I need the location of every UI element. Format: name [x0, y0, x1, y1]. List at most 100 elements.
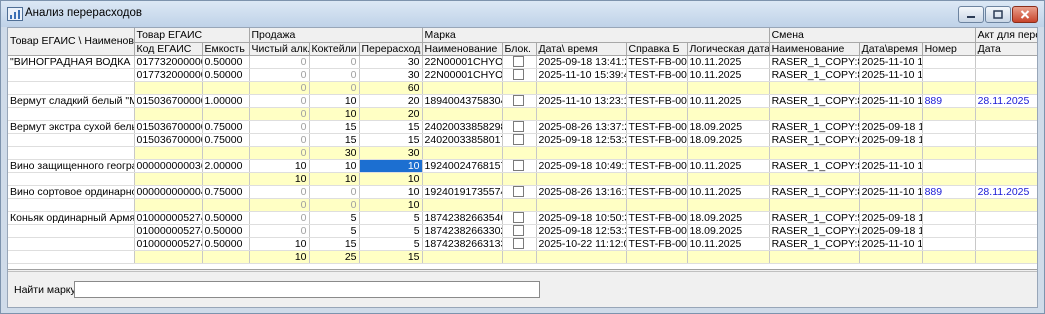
pure-alc-cell[interactable]: 0 — [249, 120, 310, 134]
capacity-cell[interactable]: 0.75000 — [202, 133, 250, 147]
capacity-cell[interactable]: 2.00000 — [202, 159, 250, 173]
overuse-cell[interactable]: 10 — [359, 185, 423, 199]
header-product-name[interactable]: Товар ЕГАИС \ Наименован — [8, 28, 135, 56]
cocktails-cell[interactable]: 0 — [309, 68, 360, 82]
pure-alc-cell[interactable]: 10 — [249, 237, 310, 251]
cocktails-cell[interactable]: 10 — [309, 94, 360, 108]
blocked-cell[interactable] — [502, 94, 537, 108]
certificate-b-cell[interactable]: TEST-FB-0000 — [626, 120, 688, 134]
egais-code-cell[interactable]: 0177320000001 — [134, 68, 203, 82]
mark-name-cell[interactable]: 22N00001CHYOZF — [422, 55, 503, 69]
product-name-cell[interactable]: Вермут сладкий белый "Ма — [8, 94, 135, 108]
logical-date-cell[interactable]: 18.09.2025 — [687, 211, 770, 225]
pure-alc-cell[interactable]: 0 — [249, 68, 310, 82]
cocktails-cell[interactable]: 15 — [309, 120, 360, 134]
logical-date-cell[interactable]: 10.11.2025 — [687, 159, 770, 173]
blocked-checkbox[interactable] — [512, 95, 524, 106]
mark-datetime-cell[interactable]: 2025-09-18 10:49:14 — [536, 159, 627, 173]
act-number-cell[interactable] — [922, 133, 976, 147]
subtotal-row[interactable]: 0 10 20 — [8, 107, 1037, 121]
act-date-cell[interactable] — [975, 68, 1037, 82]
act-number-cell[interactable] — [922, 224, 976, 238]
mark-name-cell[interactable]: 189400437583041 — [422, 94, 503, 108]
blocked-cell[interactable] — [502, 55, 537, 69]
cocktails-cell[interactable]: 15 — [309, 237, 360, 251]
capacity-cell[interactable]: 0.50000 — [202, 224, 250, 238]
header-act-date[interactable]: Дата — [975, 42, 1037, 56]
mark-name-cell[interactable]: 187423826631331 — [422, 237, 503, 251]
table-row[interactable]: Коньяк ординарный Армян01000000527400.50… — [8, 211, 1037, 225]
table-row[interactable]: Вермут экстра сухой белый01503670000030.… — [8, 120, 1037, 134]
overuse-cell[interactable]: 5 — [359, 211, 423, 225]
header-act-number[interactable]: Номер — [922, 42, 976, 56]
capacity-cell[interactable]: 1.00000 — [202, 94, 250, 108]
certificate-b-cell[interactable]: TEST-FB-0000 — [626, 133, 688, 147]
header-shift-datetime[interactable]: Дата\время — [859, 42, 923, 56]
logical-date-cell[interactable]: 10.11.2025 — [687, 94, 770, 108]
logical-date-cell[interactable]: 10.11.2025 — [687, 55, 770, 69]
cocktails-cell[interactable]: 0 — [309, 185, 360, 199]
shift-name-cell[interactable]: RASER_1_COPY:60 — [769, 133, 860, 147]
mark-datetime-cell[interactable]: 2025-08-26 13:37:27 — [536, 120, 627, 134]
mark-datetime-cell[interactable]: 2025-10-22 11:12:06 — [536, 237, 627, 251]
header-overuse[interactable]: Перерасход — [359, 42, 423, 56]
mark-name-cell[interactable]: 240200338582981 — [422, 120, 503, 134]
header-cocktails[interactable]: Коктейли — [309, 42, 360, 56]
capacity-cell[interactable]: 0.75000 — [202, 120, 250, 134]
blocked-checkbox[interactable] — [512, 56, 524, 67]
overuse-cell[interactable]: 15 — [359, 133, 423, 147]
subtotal-row[interactable]: 0 0 10 — [8, 198, 1037, 212]
header-capacity[interactable]: Емкость — [202, 42, 250, 56]
pure-alc-cell[interactable]: 0 — [249, 133, 310, 147]
blocked-cell[interactable] — [502, 120, 537, 134]
overuse-cell[interactable]: 30 — [359, 55, 423, 69]
egais-code-cell[interactable]: 0100000052740 — [134, 211, 203, 225]
logical-date-cell[interactable]: 18.09.2025 — [687, 133, 770, 147]
product-name-cell[interactable] — [8, 224, 135, 238]
shift-datetime-cell[interactable]: 2025-11-10 17 — [859, 94, 923, 108]
shift-datetime-cell[interactable]: 2025-11-10 14 — [859, 55, 923, 69]
egais-code-cell[interactable]: 0150367000003 — [134, 133, 203, 147]
product-name-cell[interactable] — [8, 133, 135, 147]
logical-date-cell[interactable]: 18.09.2025 — [687, 120, 770, 134]
header-blocked[interactable]: Блок. — [502, 42, 537, 56]
blocked-checkbox[interactable] — [512, 225, 524, 236]
product-name-cell[interactable] — [8, 68, 135, 82]
overuse-grid[interactable]: Товар ЕГАИС \ Наименован Товар ЕГАИС Про… — [8, 28, 1037, 270]
header-mark-name[interactable]: Наименование — [422, 42, 503, 56]
header-egais-code[interactable]: Код ЕГАИС — [134, 42, 203, 56]
certificate-b-cell[interactable]: TEST-FB-0000 — [626, 68, 688, 82]
blocked-checkbox[interactable] — [512, 186, 524, 197]
act-date-cell[interactable]: 28.11.2025 — [975, 185, 1037, 199]
egais-code-cell[interactable]: 0177320000001 — [134, 55, 203, 69]
product-name-cell[interactable]: Коньяк ординарный Армян — [8, 211, 135, 225]
blocked-cell[interactable] — [502, 185, 537, 199]
capacity-cell[interactable]: 0.50000 — [202, 68, 250, 82]
header-logical-date[interactable]: Логическая дата — [687, 42, 770, 56]
mark-name-cell[interactable]: 187423826635401 — [422, 211, 503, 225]
header-datetime[interactable]: Дата\ время — [536, 42, 627, 56]
search-mark-input[interactable] — [74, 281, 540, 298]
shift-name-cell[interactable]: RASER_1_COPY:88 — [769, 159, 860, 173]
act-number-cell[interactable] — [922, 237, 976, 251]
blocked-cell[interactable] — [502, 68, 537, 82]
cocktails-cell[interactable]: 5 — [309, 211, 360, 225]
shift-name-cell[interactable]: RASER_1_COPY:85 — [769, 55, 860, 69]
pure-alc-cell[interactable]: 0 — [249, 185, 310, 199]
product-name-cell[interactable]: Вермут экстра сухой белый — [8, 120, 135, 134]
act-number-cell[interactable] — [922, 120, 976, 134]
header-certificate-b[interactable]: Справка Б — [626, 42, 688, 56]
mark-datetime-cell[interactable]: 2025-09-18 10:50:39 — [536, 211, 627, 225]
product-name-cell[interactable]: Вино сортовое ординарное — [8, 185, 135, 199]
egais-code-cell[interactable]: 0150367000003 — [134, 120, 203, 134]
act-number-cell[interactable] — [922, 55, 976, 69]
subtotal-row[interactable]: 10 25 15 — [8, 250, 1037, 264]
cocktails-cell[interactable]: 15 — [309, 133, 360, 147]
blocked-cell[interactable] — [502, 237, 537, 251]
subtotal-row[interactable]: 0 30 30 — [8, 146, 1037, 160]
capacity-cell[interactable]: 0.75000 — [202, 185, 250, 199]
mark-datetime-cell[interactable]: 2025-09-18 12:53:32 — [536, 133, 627, 147]
product-name-cell[interactable] — [8, 237, 135, 251]
shift-datetime-cell[interactable]: 2025-09-18 11 — [859, 211, 923, 225]
shift-name-cell[interactable]: RASER_1_COPY:59 — [769, 211, 860, 225]
